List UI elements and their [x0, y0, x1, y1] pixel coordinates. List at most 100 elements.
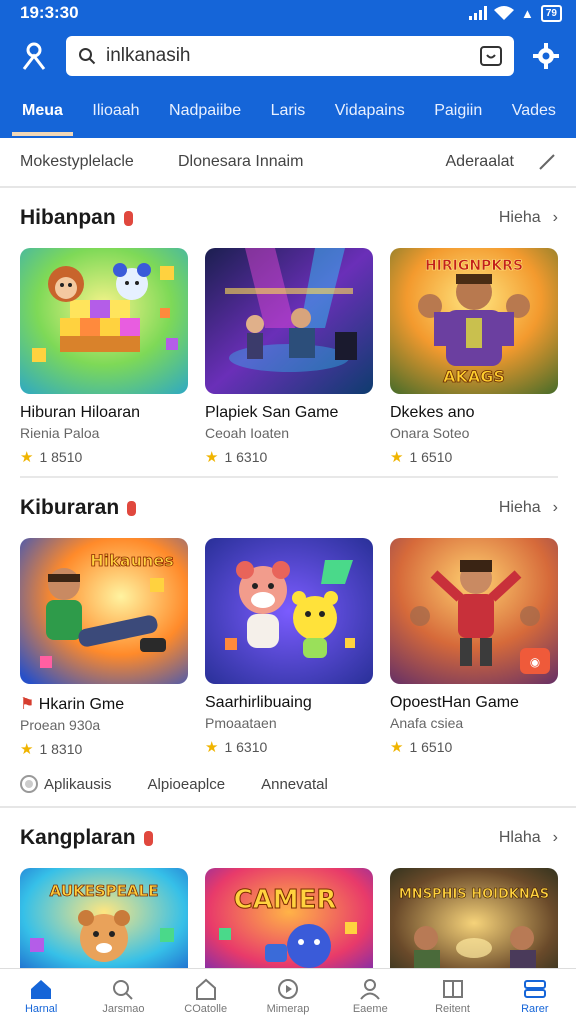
tab-vidapains[interactable]: Vidapains: [325, 88, 415, 136]
card-row: Hiburan Hiloaran Rienia Paloa ★ 1 8510 Pl…: [20, 248, 558, 466]
card-rating: ★ 1 6310: [205, 448, 373, 466]
see-more-label: Hieha: [498, 209, 541, 226]
bottom-navigation: Harnal Jarsmao COatolle Mimerap Eaeme Re…: [0, 968, 576, 1024]
game-thumbnail[interactable]: MNSPHIS HOIDKNAS: [390, 868, 558, 978]
tab-laris[interactable]: Laris: [261, 88, 316, 136]
tab-paigiin[interactable]: Paigiin: [424, 88, 492, 136]
badge-dot-icon: [143, 830, 153, 846]
section-hibanpan: Hibanpan Hieha › Hiburan Hiloaran Rienia…: [0, 188, 576, 478]
game-thumbnail[interactable]: [205, 538, 373, 684]
card-subtitle: Anafa csiea: [390, 715, 464, 731]
star-icon: ★: [390, 739, 404, 756]
account-icon[interactable]: [18, 40, 50, 72]
nav-label: Jarsmao: [102, 1003, 145, 1015]
play-badge-icon: ◉: [530, 655, 540, 669]
filter-middle[interactable]: Dlonesara Innaim: [178, 153, 446, 171]
filter-right[interactable]: Aderaalat: [446, 153, 515, 171]
thumbnail-banner-text: HIRIGNPKRS: [425, 258, 523, 274]
card-title: Plapiek San Game: [205, 404, 339, 421]
thumbnail-banner-text: AUKESPEALE: [50, 882, 159, 900]
card-rating-value: 1 6510: [409, 739, 453, 755]
edit-icon[interactable]: [538, 153, 556, 171]
nav-menu[interactable]: Rarer: [495, 978, 575, 1015]
card-rating: ★ 1 8510: [20, 448, 188, 466]
settings-gear-icon[interactable]: [530, 40, 562, 72]
game-thumbnail[interactable]: [20, 248, 188, 394]
nav-home[interactable]: Harnal: [1, 978, 81, 1015]
nav-label: Harnal: [24, 1003, 58, 1015]
card-row: Hikaunes ⚑ Hkarin Gme Proean 930a ★ 1 831…: [20, 538, 558, 758]
status-time: 19:3:30: [20, 3, 79, 22]
tab-nadpaiibe[interactable]: Nadpaiibe: [159, 88, 251, 136]
section-header: Hibanpan Hieha ›: [20, 188, 558, 248]
tab-ilioaah[interactable]: Ilioaah: [82, 88, 149, 136]
section-title: Hibanpan: [20, 206, 133, 230]
badge-dot-icon: [123, 210, 133, 226]
status-bar: 19:3:30 ▲ 79: [0, 0, 576, 26]
app-card[interactable]: Hiburan Hiloaran Rienia Paloa ★ 1 8510: [20, 248, 188, 466]
game-thumbnail[interactable]: [205, 248, 373, 394]
game-thumbnail[interactable]: Hikaunes: [20, 538, 188, 684]
card-title: Hiburan Hiloaran: [20, 404, 141, 421]
app-chip-icon: [20, 775, 38, 793]
app-card[interactable]: Hikaunes ⚑ Hkarin Gme Proean 930a ★ 1 831…: [20, 538, 188, 758]
card-subtitle: Pmoaataen: [205, 715, 277, 731]
app-card[interactable]: Saarhirlibuaing Pmoaataen ★ 1 6310: [205, 538, 373, 758]
card-rating: ★ 1 8310: [20, 740, 188, 758]
nav-profile[interactable]: Eaeme: [330, 978, 410, 1015]
filter-bar: Mokestyplelacle Dlonesara Innaim Aderaal…: [0, 138, 576, 188]
see-more-link[interactable]: Hieha ›: [499, 209, 558, 227]
star-icon: ★: [20, 449, 34, 466]
nav-media[interactable]: Mimerap: [248, 978, 328, 1015]
nav-label: Mimerap: [266, 1003, 310, 1015]
chip-alpioeaplce[interactable]: Alpioeaplce: [148, 776, 226, 793]
section-title-text: Kiburaran: [20, 496, 120, 519]
nav-library[interactable]: Reitent: [413, 978, 493, 1015]
chip-aplikausis[interactable]: Aplikausis: [20, 775, 112, 793]
chip-label: Aplikausis: [44, 775, 112, 793]
card-title-text: Hkarin Gme: [38, 696, 125, 713]
see-more-link[interactable]: Hieha ›: [499, 499, 558, 517]
card-rating: ★ 1 6310: [205, 738, 373, 756]
search-input[interactable]: inlkanasih: [66, 36, 514, 76]
chevron-right-icon: ›: [552, 829, 558, 846]
nav-store[interactable]: COatolle: [166, 978, 246, 1015]
app-card[interactable]: HIRIGNPKRS AKAGS Dkekes ano Onara Soteo …: [390, 248, 558, 466]
card-title: Dkekes ano: [390, 404, 475, 421]
game-thumbnail[interactable]: CAMER: [205, 868, 373, 978]
chip-annevatal[interactable]: Annevatal: [261, 776, 328, 793]
chevron-right-icon: ›: [552, 209, 558, 226]
chip-label: Alpioeaplce: [147, 775, 226, 793]
game-thumbnail[interactable]: AUKESPEALE: [20, 868, 188, 978]
star-icon: ★: [205, 449, 219, 466]
see-more-label: Hieha: [498, 499, 541, 516]
game-thumbnail[interactable]: HIRIGNPKRS AKAGS: [390, 248, 558, 394]
section-title-text: Kangplaran: [20, 826, 136, 849]
card-rating-value: 1 6510: [409, 449, 453, 465]
card-rating-value: 1 8510: [39, 449, 83, 465]
card-row: AUKESPEALE CAMER MNSPHIS HOIDKNAS: [20, 868, 558, 978]
section-header: Kiburaran Hieha ›: [20, 478, 558, 538]
thumbnail-banner-text: MNSPHIS HOIDKNAS: [399, 887, 549, 902]
card-rating-value: 1 8310: [39, 741, 83, 757]
tab-meua[interactable]: Meua: [12, 88, 73, 136]
search-icon: [113, 980, 134, 1000]
chip-label: Annevatal: [261, 775, 328, 793]
search-text: inlkanasih: [106, 45, 191, 66]
thumbnail-banner-text: AKAGS: [443, 367, 505, 386]
voice-search-icon[interactable]: [480, 46, 502, 66]
see-more-link[interactable]: Hlaha ›: [499, 829, 558, 847]
app-card[interactable]: Plapiek San Game Ceoah Ioaten ★ 1 6310: [205, 248, 373, 466]
filter-left[interactable]: Mokestyplelacle: [20, 153, 178, 171]
thumbnail-banner-text: CAMER: [234, 885, 337, 915]
tab-vades[interactable]: Vades: [502, 88, 566, 136]
app-card[interactable]: CAMER: [205, 868, 373, 978]
app-card[interactable]: ◉ OpoestHan Game Anafa csiea ★ 1 6510: [390, 538, 558, 758]
app-card[interactable]: AUKESPEALE: [20, 868, 188, 978]
store-icon: [195, 978, 216, 1000]
app-card[interactable]: MNSPHIS HOIDKNAS: [390, 868, 558, 978]
game-thumbnail[interactable]: ◉: [390, 538, 558, 684]
menu-icon: [523, 980, 546, 998]
nav-search[interactable]: Jarsmao: [83, 978, 163, 1015]
star-icon: ★: [205, 739, 219, 756]
